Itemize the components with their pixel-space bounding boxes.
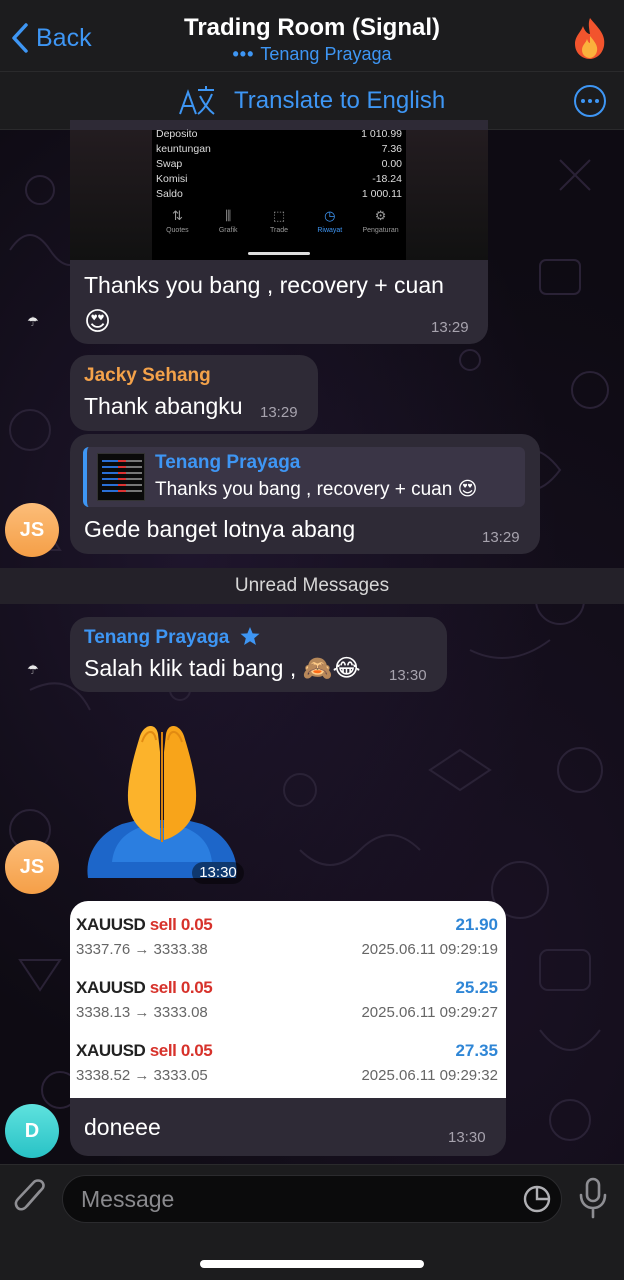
- message-emoji: 😍: [84, 306, 112, 336]
- home-indicator[interactable]: [200, 1260, 424, 1268]
- typing-dots-icon: •••: [232, 44, 255, 64]
- sender-name[interactable]: Tenang Prayaga: [84, 626, 261, 649]
- trade-prices: 3338.52 → 3333.05: [76, 1067, 208, 1084]
- reply-text: Thanks you bang , recovery + cuan 😍: [155, 479, 478, 500]
- reply-sender-name: Tenang Prayaga: [155, 452, 301, 473]
- message-bubble-4[interactable]: Tenang Prayaga Salah klik tadi bang , 🙈😂…: [70, 617, 447, 692]
- folded-hands-sticker[interactable]: [82, 712, 242, 878]
- trading-app-screenshot[interactable]: Deposito 1 010.99 keuntungan 7.36 Swap 0.00…: [70, 128, 488, 260]
- arrows-icon: ⇅: [171, 208, 183, 223]
- trade-prices: 3337.76 → 3333.38: [76, 941, 208, 958]
- tab-quotes: ⇅ Quotes: [152, 208, 202, 234]
- summary-row: Komisi -18.24: [156, 173, 402, 185]
- screenshot-blur-right: [406, 130, 488, 260]
- message-text: Gede banget lotnya abang: [84, 516, 356, 542]
- message-text: Salah klik tadi bang , 🙈😂: [84, 655, 361, 682]
- message-text: doneee: [84, 1114, 161, 1140]
- summary-row: Deposito 1 010.99: [156, 128, 402, 140]
- message-bubble-6[interactable]: doneee 13:30: [70, 1098, 506, 1156]
- tab-trade: ⬚ Trade: [254, 208, 304, 234]
- trade-profit: 25.25: [455, 978, 498, 997]
- translate-label[interactable]: Translate to English: [234, 87, 445, 115]
- settings-icon: ⚙: [374, 208, 387, 223]
- trade-symbol: XAUUSD sell 0.05: [76, 978, 213, 997]
- summary-row: keuntungan 7.36: [156, 143, 402, 155]
- more-icon[interactable]: [574, 85, 606, 117]
- chat-header: Back Trading Room (Signal) ••• Tenang Pra…: [0, 0, 624, 72]
- translate-icon: [179, 86, 215, 115]
- history-icon: ◷: [324, 208, 336, 223]
- message-bubble-2[interactable]: Jacky Sehang Thank abangku 13:29: [70, 355, 318, 431]
- avatar[interactable]: JS: [5, 503, 59, 557]
- screenshot-home-indicator: [248, 252, 310, 255]
- trade-date: 2025.06.11 09:29:32: [361, 1067, 498, 1084]
- message-time: 13:30: [192, 862, 244, 884]
- summary-row: Saldo 1 000.11: [156, 188, 402, 200]
- umbrella-avatar-icon[interactable]: ☂: [24, 662, 42, 677]
- fire-icon[interactable]: [570, 16, 610, 60]
- account-summary-panel: Deposito 1 010.99 keuntungan 7.36 Swap 0.00…: [152, 128, 406, 260]
- typing-user: Tenang Prayaga: [260, 44, 392, 64]
- trade-history-image[interactable]: XAUUSD sell 0.05 21.90 3337.76 → 3333.38…: [70, 901, 506, 1098]
- chart-icon: ⬚: [272, 208, 286, 223]
- message-time: 13:29: [260, 404, 298, 421]
- message-text: Thanks you bang , recovery + cuan: [84, 272, 444, 298]
- trade-prices: 3338.13 → 3333.08: [76, 1004, 208, 1021]
- unread-messages-separator: Unread Messages: [0, 568, 624, 604]
- message-time: 13:30: [448, 1129, 486, 1146]
- sticker-icon[interactable]: [522, 1184, 552, 1214]
- trade-symbol: XAUUSD sell 0.05: [76, 915, 213, 934]
- umbrella-avatar-icon[interactable]: ☂: [24, 314, 42, 329]
- message-text: Thank abangku: [84, 393, 243, 419]
- message-time: 13:29: [431, 319, 469, 336]
- candles-icon: ⫼: [225, 208, 232, 223]
- microphone-icon[interactable]: [578, 1177, 608, 1219]
- tab-pengaturan: ⚙ Pengaturan: [356, 208, 406, 234]
- reply-quote[interactable]: Tenang Prayaga Thanks you bang , recover…: [83, 447, 525, 507]
- tab-grafik: ⫼ Grafik: [203, 208, 253, 234]
- chat-title[interactable]: Trading Room (Signal): [0, 14, 624, 42]
- trade-date: 2025.06.11 09:29:27: [361, 1004, 498, 1021]
- summary-row: Swap 0.00: [156, 158, 402, 170]
- tab-riwayat: ◷ Riwayat: [305, 208, 355, 234]
- reply-thumbnail: [97, 453, 145, 501]
- screenshot-tab-bar: ⇅ Quotes ⫼ Grafik ⬚ Trade ◷ Riwayat ⚙ Pengatu…: [152, 208, 406, 234]
- trade-profit: 21.90: [455, 915, 498, 934]
- avatar[interactable]: D: [5, 1104, 59, 1158]
- star-icon: [240, 627, 260, 645]
- sender-name[interactable]: Jacky Sehang: [84, 365, 211, 387]
- message-time: 13:29: [482, 529, 520, 546]
- message-input[interactable]: Message: [62, 1175, 562, 1223]
- avatar[interactable]: JS: [5, 840, 59, 894]
- trade-profit: 27.35: [455, 1041, 498, 1060]
- telegram-chat-screen: Back Trading Room (Signal) ••• Tenang Pra…: [0, 0, 624, 1280]
- trade-symbol: XAUUSD sell 0.05: [76, 1041, 213, 1060]
- screenshot-blur-left: [70, 130, 152, 260]
- paperclip-icon[interactable]: [14, 1177, 48, 1217]
- message-time: 13:30: [389, 667, 427, 684]
- chat-subtitle: ••• Tenang Prayaga: [0, 44, 624, 65]
- trade-date: 2025.06.11 09:29:19: [361, 941, 498, 958]
